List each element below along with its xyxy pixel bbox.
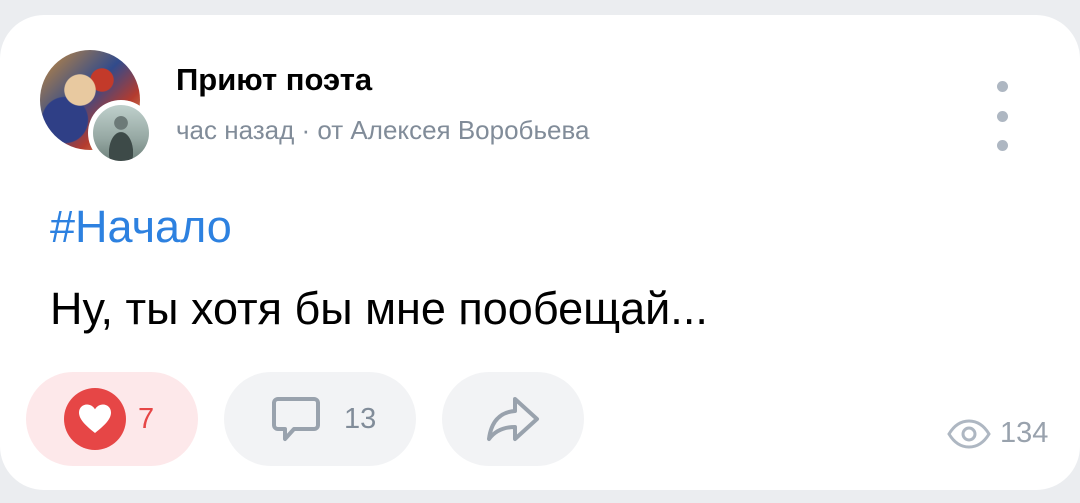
more-vertical-icon [996,81,1008,92]
post-card: Приют поэта час назад · от Алексея Вороб… [0,15,1080,490]
heart-icon [64,388,126,450]
post-text: Ну, ты хотя бы мне пообещай... [50,283,708,334]
eye-icon [947,418,991,449]
author-avatar-image [93,105,149,161]
comment-count: 13 [344,402,377,435]
more-options-button[interactable] [982,81,1022,151]
views-counter: 134 [946,417,1048,450]
more-vertical-icon-dot [996,110,1008,122]
views-count: 134 [1000,417,1049,449]
group-name[interactable]: Приют поэта [176,62,372,98]
share-button[interactable] [442,372,584,466]
comment-bubble-icon [272,397,320,441]
hashtag-link[interactable]: #Начало [50,201,232,253]
like-count: 7 [138,402,155,435]
post-meta: час назад · от Алексея Воробьева [176,115,590,145]
more-vertical-icon-dot [996,140,1008,151]
author-avatar[interactable] [88,100,154,166]
like-button[interactable]: 7 [26,372,198,466]
comment-button[interactable]: 13 [224,372,416,466]
share-arrow-icon [487,397,539,441]
